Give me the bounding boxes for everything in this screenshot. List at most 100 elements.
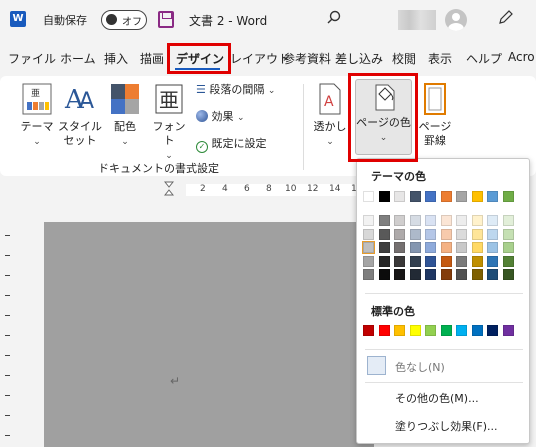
tab-view[interactable]: 表示 [428, 50, 452, 67]
theme-shade-swatch[interactable] [425, 255, 436, 267]
theme-shade-swatch[interactable] [409, 269, 421, 280]
theme-shade-swatch[interactable] [487, 255, 498, 267]
theme-color-swatch[interactable] [440, 191, 452, 202]
theme-shade-swatch[interactable] [487, 215, 498, 226]
pen-icon[interactable] [498, 9, 514, 25]
theme-color-swatch[interactable] [456, 191, 467, 202]
theme-shade-swatch[interactable] [471, 255, 483, 267]
theme-shade-swatch[interactable] [425, 242, 436, 253]
theme-shade-swatch[interactable] [363, 228, 374, 240]
tab-mailings[interactable]: 差し込み [335, 50, 383, 67]
theme-shade-swatch[interactable] [425, 269, 436, 280]
theme-button[interactable]: 亜 テーマ ⌄ [16, 82, 58, 149]
theme-shade-swatch[interactable] [471, 269, 483, 280]
tab-help[interactable]: ヘルプ [466, 50, 502, 67]
theme-color-swatch[interactable] [471, 191, 483, 202]
standard-color-swatch[interactable] [440, 325, 452, 336]
theme-shade-swatch[interactable] [502, 269, 514, 280]
theme-shade-swatch[interactable] [378, 269, 390, 280]
theme-shade-swatch[interactable] [487, 242, 498, 253]
tab-home[interactable]: ホーム [60, 50, 96, 67]
theme-shade-swatch[interactable] [456, 269, 467, 280]
theme-shade-swatch[interactable] [425, 228, 436, 240]
theme-color-swatch[interactable] [425, 191, 436, 202]
theme-color-swatch[interactable] [378, 191, 390, 202]
theme-shade-swatch[interactable] [471, 228, 483, 240]
theme-shade-swatch[interactable] [502, 215, 514, 226]
theme-shade-swatch[interactable] [409, 242, 421, 253]
theme-color-swatch[interactable] [394, 191, 405, 202]
theme-shade-swatch[interactable] [394, 228, 405, 240]
standard-color-swatch[interactable] [378, 325, 390, 336]
standard-color-swatch[interactable] [363, 325, 374, 336]
theme-shade-swatch[interactable] [471, 242, 483, 253]
theme-shade-swatch[interactable] [394, 215, 405, 226]
theme-shade-swatch[interactable] [363, 215, 374, 226]
color-scheme-button[interactable]: 配色 ⌄ [104, 82, 146, 149]
theme-color-swatch[interactable] [409, 191, 421, 202]
theme-color-swatch[interactable] [487, 191, 498, 202]
standard-color-swatch[interactable] [409, 325, 421, 336]
effects-button[interactable]: 効果 ⌄ [196, 110, 245, 125]
theme-shade-swatch[interactable] [471, 215, 483, 226]
theme-shade-swatch[interactable] [487, 269, 498, 280]
theme-shade-swatch[interactable] [394, 269, 405, 280]
fill-effects-item[interactable]: 塗りつぶし効果(F)... [395, 418, 498, 434]
theme-shade-swatch[interactable] [378, 242, 390, 253]
save-icon[interactable] [158, 11, 174, 28]
page-color-button[interactable]: ページの色 ⌄ [355, 79, 412, 155]
paragraph-spacing-button[interactable]: ☰ 段落の間隔 ⌄ [196, 83, 275, 98]
theme-shade-swatch[interactable] [409, 255, 421, 267]
theme-shade-swatch[interactable] [394, 242, 405, 253]
theme-shade-swatch[interactable] [440, 255, 452, 267]
theme-color-swatch[interactable] [363, 191, 374, 202]
theme-shade-swatch[interactable] [440, 228, 452, 240]
tab-acrobat[interactable]: Acro [508, 50, 535, 64]
theme-shade-swatch[interactable] [378, 255, 390, 267]
tab-review[interactable]: 校閲 [392, 50, 416, 67]
theme-shade-swatch[interactable] [456, 242, 467, 253]
theme-color-swatch[interactable] [502, 191, 514, 202]
theme-shade-swatch[interactable] [425, 215, 436, 226]
tab-insert[interactable]: 挿入 [104, 50, 128, 67]
theme-shade-swatch[interactable] [409, 228, 421, 240]
page-border-button[interactable]: ページ 罫線 [416, 82, 454, 148]
no-color-item[interactable]: 色なし(N) [395, 359, 445, 375]
theme-shade-swatch[interactable] [456, 228, 467, 240]
document-page[interactable] [44, 222, 374, 447]
theme-shade-swatch[interactable] [487, 228, 498, 240]
indent-marker-icon[interactable] [163, 181, 175, 197]
standard-color-swatch[interactable] [394, 325, 405, 336]
theme-shade-swatch[interactable] [363, 255, 374, 267]
search-icon[interactable] [327, 10, 341, 24]
theme-shade-swatch[interactable] [440, 242, 452, 253]
theme-shade-swatch[interactable] [456, 255, 467, 267]
standard-color-swatch[interactable] [502, 325, 514, 336]
theme-shade-swatch[interactable] [502, 242, 514, 253]
tab-draw[interactable]: 描画 [140, 50, 164, 67]
standard-color-swatch[interactable] [471, 325, 483, 336]
tab-file[interactable]: ファイル [8, 50, 56, 67]
tab-design[interactable]: デザイン [176, 50, 224, 67]
theme-shade-swatch[interactable] [362, 241, 375, 254]
theme-shade-swatch[interactable] [378, 215, 390, 226]
theme-shade-swatch[interactable] [363, 269, 374, 280]
theme-shade-swatch[interactable] [440, 269, 452, 280]
more-colors-item[interactable]: その他の色(M)... [395, 390, 479, 406]
theme-shade-swatch[interactable] [394, 255, 405, 267]
theme-shade-swatch[interactable] [502, 228, 514, 240]
theme-shade-swatch[interactable] [378, 228, 390, 240]
theme-shade-swatch[interactable] [502, 255, 514, 267]
tab-references[interactable]: 参考資料 [283, 50, 331, 67]
watermark-button[interactable]: A 透かし ⌄ [310, 82, 350, 149]
avatar[interactable] [445, 9, 467, 31]
fonts-button[interactable]: 亜 フォント ⌄ [148, 82, 190, 163]
standard-color-swatch[interactable] [487, 325, 498, 336]
style-set-button[interactable]: A A スタイル セット [58, 82, 102, 148]
autosave-toggle[interactable]: オフ [101, 10, 147, 30]
standard-color-swatch[interactable] [425, 325, 436, 336]
tab-layout[interactable]: レイアウト [230, 50, 290, 67]
theme-shade-swatch[interactable] [440, 215, 452, 226]
standard-color-swatch[interactable] [456, 325, 467, 336]
theme-shade-swatch[interactable] [456, 215, 467, 226]
